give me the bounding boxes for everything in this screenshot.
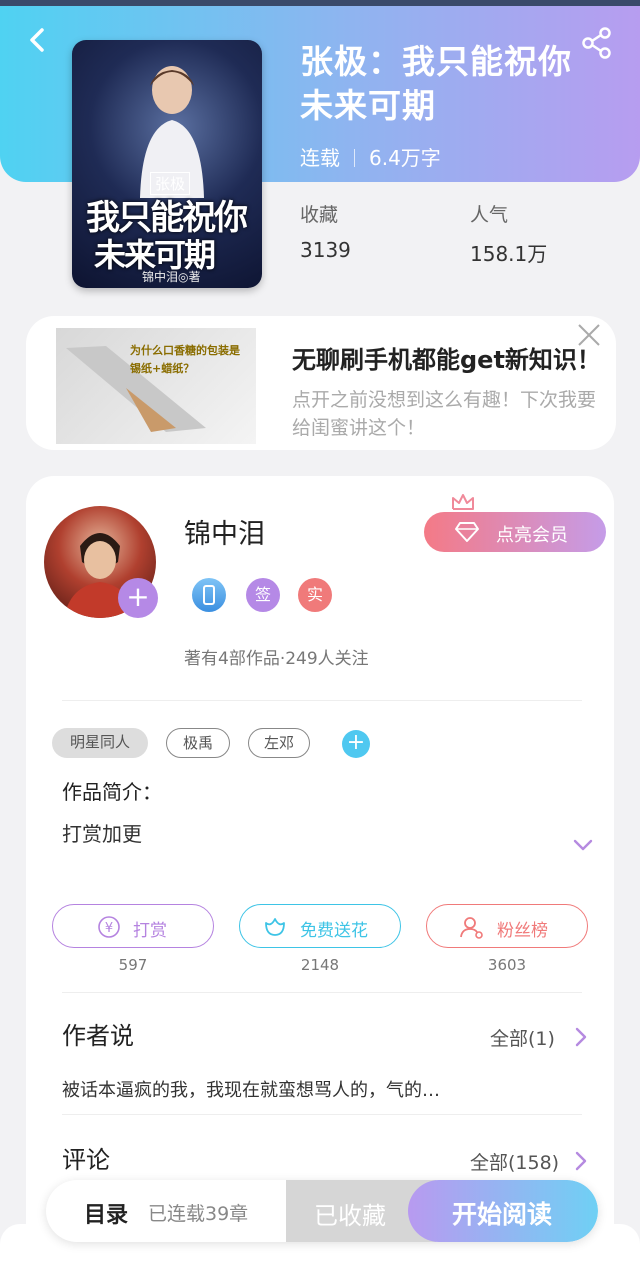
author-says-text[interactable]: 被话本逼疯的我，我现在就蛮想骂人的，气的…	[62, 1076, 440, 1102]
start-reading-label: 开始阅读	[452, 1200, 553, 1229]
cover-author-line: 锦中泪◎著	[142, 270, 201, 284]
comments-more[interactable]: 全部(158)	[470, 1148, 559, 1175]
chevron-right-icon[interactable]	[574, 1026, 588, 1048]
svg-text:¥: ¥	[105, 921, 113, 936]
tag-item[interactable]: 极禹	[166, 728, 230, 758]
fan-ranking-label: 粉丝榜	[497, 921, 548, 941]
ad-banner[interactable]: 为什么口香糖的包装是锡纸+蜡纸？ 无聊刷手机都能get新知识！ 点开之前没想到这…	[26, 316, 616, 450]
book-word-count: 6.4万字	[369, 146, 441, 170]
crown-icon	[452, 494, 474, 510]
add-tag-button[interactable]: +	[342, 730, 370, 758]
popularity-label: 人气	[470, 204, 509, 226]
book-status: 连载	[300, 146, 340, 170]
divider	[62, 1114, 582, 1115]
book-cover[interactable]: 张极 我只能祝你 未来可期 锦中泪◎著	[72, 40, 262, 288]
yen-icon: ¥	[98, 916, 120, 938]
tag-item[interactable]: 左邓	[248, 728, 310, 758]
chevron-right-icon[interactable]	[574, 1150, 588, 1172]
intro-text: 打赏加更	[62, 822, 142, 846]
bottom-action-bar: 目录 已连载39章 已收藏 开始阅读	[46, 1180, 598, 1242]
send-flower-button[interactable]: 免费送花	[239, 904, 401, 948]
diamond-icon	[455, 522, 479, 542]
ad-image: 为什么口香糖的包装是锡纸+蜡纸？	[56, 328, 256, 444]
comments-title: 评论	[62, 1146, 110, 1174]
popularity-value: 158.1万	[470, 242, 548, 266]
back-arrow-icon[interactable]	[22, 24, 54, 56]
collected-label: 已收藏	[314, 1202, 386, 1230]
tag-item[interactable]: 明星同人	[52, 728, 148, 758]
ad-image-text: 为什么口香糖的包装是锡纸+蜡纸？	[130, 344, 240, 375]
phone-badge-icon	[192, 578, 226, 612]
intro-label: 作品简介：	[62, 780, 162, 804]
send-flower-label: 免费送花	[300, 921, 368, 941]
author-says-more[interactable]: 全部(1)	[490, 1024, 555, 1051]
fan-count: 3603	[487, 956, 527, 974]
follow-plus-button[interactable]: +	[118, 578, 158, 618]
verified-badge: 实	[298, 578, 332, 612]
book-title: 张极：我只能祝你未来可期	[300, 42, 572, 125]
tip-label: 打赏	[133, 921, 167, 941]
ad-title: 无聊刷手机都能get新知识！	[292, 346, 601, 374]
ad-description: 点开之前没想到这么有趣！下次我要给闺蜜讲这个！	[292, 389, 597, 439]
divider	[62, 992, 582, 993]
tip-button[interactable]: ¥ 打赏	[52, 904, 214, 948]
author-name: 锦中泪	[184, 519, 265, 550]
book-detail-card: + 锦中泪 点亮会员 签 实 著有4部作品·249人关注 明星同人 极禹 左邓 …	[26, 476, 614, 1278]
author-says-title: 作者说	[62, 1022, 134, 1050]
vip-button-label: 点亮会员	[496, 525, 568, 546]
fan-ranking-button[interactable]: 粉丝榜	[426, 904, 588, 948]
table-of-contents-button[interactable]: 目录	[84, 1197, 128, 1229]
signed-badge: 签	[246, 578, 280, 612]
divider	[62, 700, 582, 701]
author-works-info: 著有4部作品·249人关注	[184, 649, 369, 669]
fan-icon	[460, 917, 483, 939]
tip-count: 597	[118, 956, 148, 974]
start-reading-button[interactable]: 开始阅读	[408, 1180, 598, 1242]
flower-icon	[265, 918, 285, 936]
vip-membership-button[interactable]: 点亮会员	[424, 512, 606, 552]
flower-count: 2148	[300, 956, 340, 974]
favorites-label: 收藏	[300, 204, 339, 226]
favorites-value: 3139	[300, 238, 351, 262]
meta-divider	[354, 149, 355, 167]
chevron-down-icon[interactable]	[572, 838, 594, 852]
chapter-status[interactable]: 已连载39章	[148, 1199, 248, 1226]
book-meta: 连载 6.4万字	[300, 142, 441, 171]
